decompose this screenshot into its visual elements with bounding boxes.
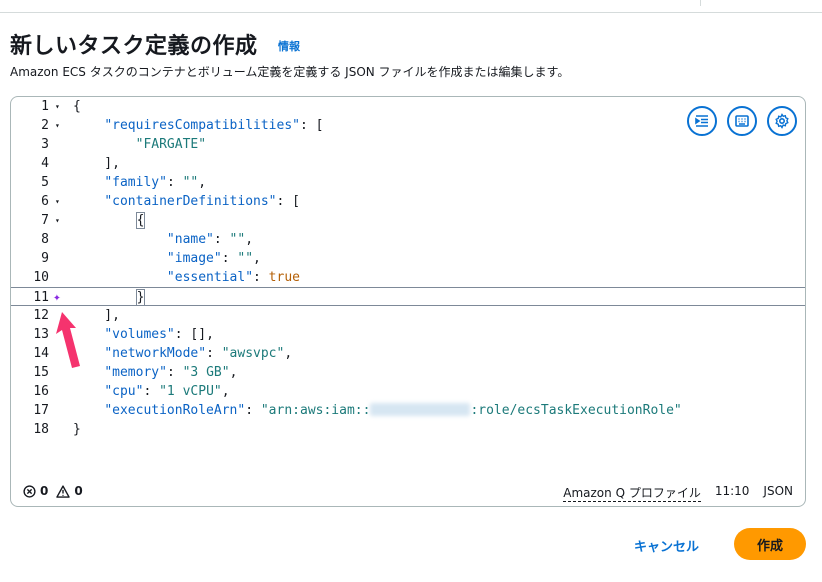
code-text[interactable]: "networkMode": "awsvpc", — [73, 344, 292, 363]
code-text[interactable]: "executionRoleArn": "arn:aws:iam:::role/… — [73, 401, 682, 420]
code-line[interactable]: 10 "essential": true — [11, 268, 805, 287]
line-number: 9 — [41, 251, 49, 266]
line-number: 17 — [33, 403, 49, 418]
settings-icon — [775, 113, 789, 129]
page-subtitle: Amazon ECS タスクのコンテナとボリューム定義を定義する JSON ファ… — [10, 65, 570, 79]
amazon-q-profile-link[interactable]: Amazon Q プロファイル — [563, 484, 701, 502]
cancel-button[interactable]: キャンセル — [634, 536, 699, 555]
code-line[interactable]: 7 ▾ { — [11, 211, 805, 230]
code-line[interactable]: 11 ✦ } — [11, 287, 805, 306]
code-line[interactable]: 18} — [11, 420, 805, 439]
keyboard-button[interactable] — [727, 106, 757, 136]
code-text[interactable]: ], — [73, 154, 120, 173]
line-number: 7 — [41, 213, 49, 228]
code-text[interactable]: "cpu": "1 vCPU", — [73, 382, 229, 401]
line-number: 16 — [33, 384, 49, 399]
top-divider — [0, 12, 822, 13]
settings-button[interactable] — [767, 106, 797, 136]
code-line[interactable]: 13 "volumes": [], — [11, 325, 805, 344]
code-line[interactable]: 2 ▾ "requiresCompatibilities": [ — [11, 116, 805, 135]
create-button[interactable]: 作成 — [734, 528, 806, 560]
fold-toggle-icon[interactable]: ▾ — [55, 211, 60, 230]
code-text[interactable]: { — [73, 211, 146, 230]
code-text[interactable]: "memory": "3 GB", — [73, 363, 237, 382]
line-number: 11 — [33, 290, 49, 305]
indent-icon — [695, 115, 708, 127]
code-text[interactable]: } — [73, 288, 146, 307]
code-line[interactable]: 4 ], — [11, 154, 805, 173]
keyboard-icon — [735, 115, 749, 127]
code-text[interactable]: "essential": true — [73, 268, 300, 287]
line-number: 13 — [33, 327, 49, 342]
fold-toggle-icon[interactable]: ▾ — [55, 97, 60, 116]
code-line[interactable]: 1 ▾ { — [11, 97, 805, 116]
line-number: 4 — [41, 156, 49, 171]
ai-suggestion-icon[interactable]: ✦ — [53, 288, 61, 307]
code-line[interactable]: 15 "memory": "3 GB", — [11, 363, 805, 382]
code-text[interactable]: "family": "", — [73, 173, 206, 192]
problem-counts[interactable]: 0 0 — [23, 484, 83, 498]
code-text[interactable]: "volumes": [], — [73, 325, 214, 344]
error-count: 0 — [40, 484, 49, 498]
code-text[interactable]: "containerDefinitions": [ — [73, 192, 300, 211]
fold-toggle-icon[interactable]: ▾ — [55, 192, 60, 211]
line-number: 5 — [41, 175, 49, 190]
warning-count: 0 — [74, 484, 83, 498]
line-number: 10 — [33, 270, 49, 285]
line-number: 15 — [33, 365, 49, 380]
code-text[interactable]: "name": "", — [73, 230, 253, 249]
code-text[interactable]: "requiresCompatibilities": [ — [73, 116, 323, 135]
warning-icon — [56, 484, 71, 498]
code-text[interactable]: } — [73, 420, 81, 439]
code-line[interactable]: 17 "executionRoleArn": "arn:aws:iam:::ro… — [11, 401, 805, 420]
code-text[interactable]: { — [73, 97, 81, 116]
code-line[interactable]: 14 "networkMode": "awsvpc", — [11, 344, 805, 363]
code-line[interactable]: 12 ], — [11, 306, 805, 325]
error-icon — [23, 484, 36, 498]
code-text[interactable]: "FARGATE" — [73, 135, 206, 154]
pointer-arrow-icon — [56, 312, 80, 368]
info-link[interactable]: 情報 — [278, 38, 300, 54]
line-number: 8 — [41, 232, 49, 247]
cursor-position: 11:10 — [714, 484, 750, 498]
line-number: 18 — [33, 422, 49, 437]
line-number: 6 — [41, 194, 49, 209]
code-line[interactable]: 6 ▾ "containerDefinitions": [ — [11, 192, 805, 211]
line-number: 3 — [41, 137, 49, 152]
page-title: 新しいタスク定義の作成 — [10, 34, 258, 59]
code-line[interactable]: 8 "name": "", — [11, 230, 805, 249]
language-mode: JSON — [763, 484, 793, 498]
line-number: 2 — [41, 118, 49, 133]
fold-toggle-icon[interactable]: ▾ — [55, 116, 60, 135]
indent-button[interactable] — [687, 106, 717, 136]
line-number: 12 — [33, 308, 49, 323]
line-number: 14 — [33, 346, 49, 361]
code-line[interactable]: 3 "FARGATE" — [11, 135, 805, 154]
json-editor[interactable]: 1 ▾{2 ▾ "requiresCompatibilities": [3 "FAR… — [10, 96, 806, 507]
line-number: 1 — [41, 99, 49, 114]
editor-status-bar: 0 0 Amazon Q プロファイル 11:10 JSON — [11, 476, 805, 506]
code-line[interactable]: 9 "image": "", — [11, 249, 805, 268]
code-line[interactable]: 16 "cpu": "1 vCPU", — [11, 382, 805, 401]
code-text[interactable]: "image": "", — [73, 249, 261, 268]
top-divider-tick — [700, 0, 701, 6]
code-line[interactable]: 5 "family": "", — [11, 173, 805, 192]
